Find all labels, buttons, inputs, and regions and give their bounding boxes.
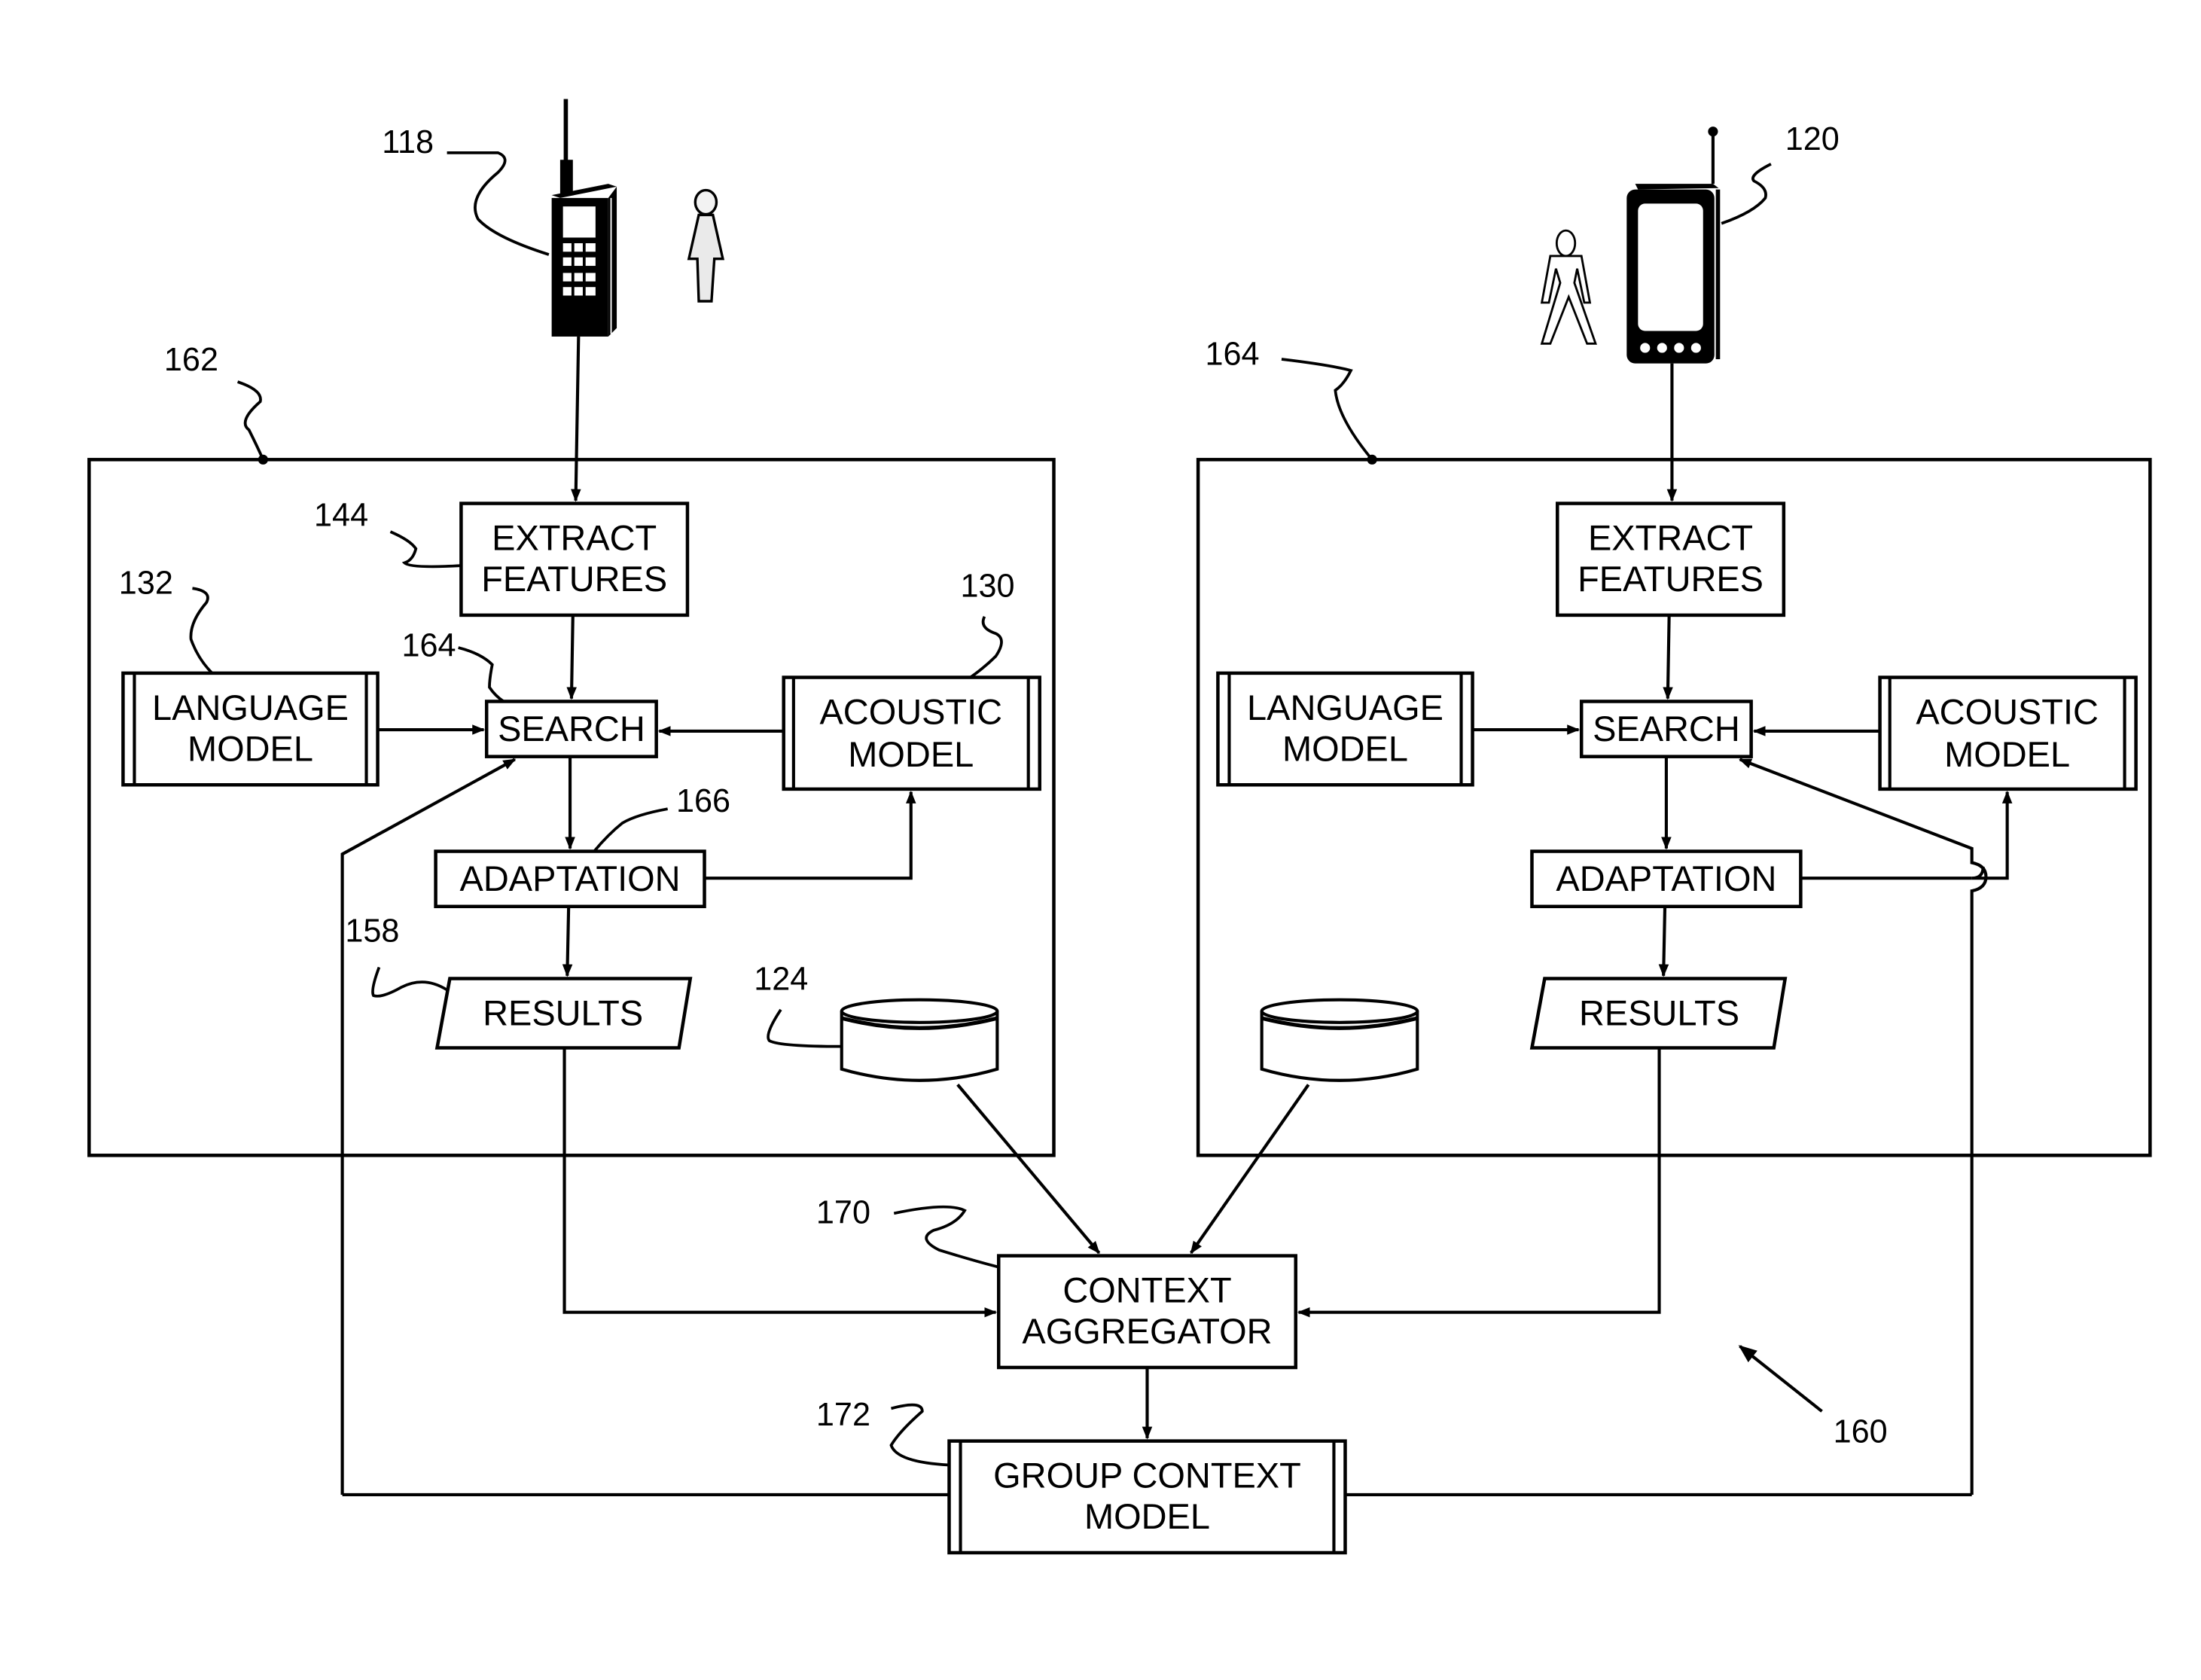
left-results-box[interactable]: RESULTS	[434, 977, 693, 1050]
left-language-line2: MODEL	[187, 728, 313, 768]
left-acoustic-line2: MODEL	[848, 734, 974, 774]
left-acoustic-model-box[interactable]: ACOUSTIC MODEL	[782, 675, 1041, 791]
left-adaptation-box[interactable]: ADAPTATION	[434, 849, 706, 909]
left-acoustic-line1: ACOUSTIC	[819, 692, 1002, 732]
right-acoustic-model-box[interactable]: ACOUSTIC MODEL	[1878, 675, 2138, 791]
left-search-box[interactable]: SEARCH	[484, 700, 658, 758]
ref-124: 124	[754, 962, 808, 998]
smartphone-icon	[1626, 127, 1721, 364]
left-extract-line1: EXTRACT	[492, 518, 657, 558]
left-adaptation-label: ADAPTATION	[460, 858, 681, 898]
left-language-line1: LANGUAGE	[152, 688, 349, 727]
ref-118: 118	[382, 124, 434, 160]
device-120: 120	[1540, 121, 1840, 364]
ref-170: 170	[816, 1194, 870, 1230]
right-extract-line1: EXTRACT	[1588, 518, 1753, 558]
right-extract-line2: FEATURES	[1578, 559, 1764, 599]
system-ref-160: 160	[1738, 1345, 1888, 1450]
right-search-label: SEARCH	[1593, 709, 1740, 749]
right-language-line2: MODEL	[1282, 728, 1408, 768]
user-female-icon	[687, 188, 725, 303]
aggregator-line1: CONTEXT	[1062, 1270, 1231, 1310]
ref-164-search: 164	[402, 627, 456, 663]
ref-166: 166	[676, 783, 730, 819]
right-extract-features-box[interactable]: EXTRACT FEATURES	[1556, 502, 1786, 617]
group-model-line1: GROUP CONTEXT	[993, 1456, 1301, 1496]
context-aggregator-box[interactable]: CONTEXT AGGREGATOR	[996, 1254, 1297, 1370]
speech-recognition-diagram: 118 120 162 EXTRACT FEATURES 144 LANGUAG…	[87, 99, 2152, 1555]
ref-130: 130	[961, 568, 1015, 604]
ref-164: 164	[1206, 337, 1260, 373]
left-search-label: SEARCH	[498, 709, 645, 749]
user-male-icon	[1540, 229, 1597, 345]
left-database-icon	[840, 998, 999, 1082]
right-adaptation-box[interactable]: ADAPTATION	[1530, 849, 1803, 909]
right-search-box[interactable]: SEARCH	[1579, 700, 1753, 758]
ref-162: 162	[164, 342, 218, 378]
ref-158: 158	[345, 913, 399, 950]
right-acoustic-line2: MODEL	[1944, 734, 2070, 774]
ref-132: 132	[119, 566, 173, 602]
right-language-line1: LANGUAGE	[1247, 688, 1443, 727]
ref-144: 144	[314, 498, 368, 534]
right-language-model-box[interactable]: LANGUAGE MODEL	[1216, 671, 1474, 787]
device-118: 118	[382, 99, 725, 337]
aggregator-line2: AGGREGATOR	[1022, 1311, 1272, 1351]
right-acoustic-line1: ACOUSTIC	[1916, 692, 2099, 732]
right-adaptation-label: ADAPTATION	[1556, 858, 1776, 898]
ref-160: 160	[1834, 1414, 1888, 1450]
ref-120: 120	[1785, 121, 1840, 157]
right-database-icon	[1260, 998, 1419, 1082]
ref-172: 172	[816, 1397, 870, 1433]
left-extract-line2: FEATURES	[481, 559, 667, 599]
left-results-label: RESULTS	[483, 993, 643, 1033]
left-extract-features-box[interactable]: EXTRACT FEATURES	[459, 502, 690, 617]
feature-phone-icon	[551, 99, 617, 337]
group-model-line2: MODEL	[1084, 1496, 1210, 1536]
right-results-label: RESULTS	[1579, 993, 1739, 1033]
group-context-model-box[interactable]: GROUP CONTEXT MODEL	[947, 1439, 1347, 1555]
left-language-model-box[interactable]: LANGUAGE MODEL	[121, 671, 380, 787]
right-results-box[interactable]: RESULTS	[1529, 977, 1788, 1050]
